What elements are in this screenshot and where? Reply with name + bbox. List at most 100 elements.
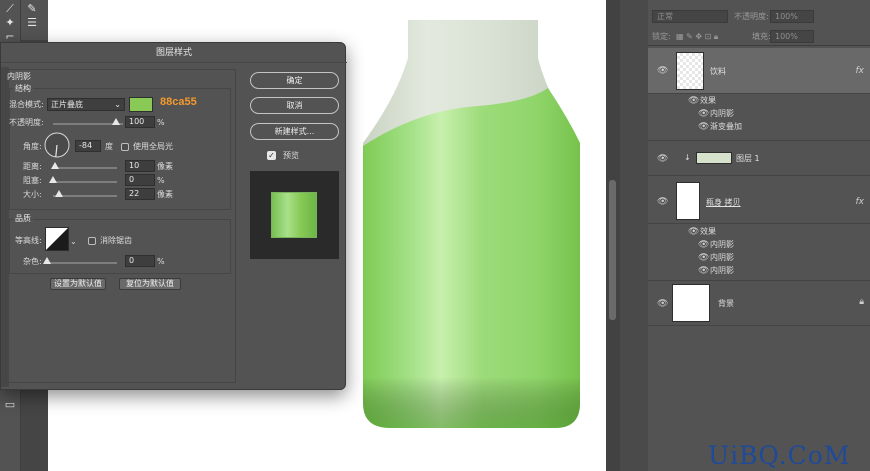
opacity-slider-knob[interactable]	[112, 118, 120, 125]
fill-field[interactable]: 100%	[770, 30, 814, 43]
bottle-bottom-shade	[363, 88, 580, 428]
contour-label: 等高线:	[15, 236, 42, 245]
visibility-eye-icon[interactable]: 👁︎	[657, 300, 669, 309]
visibility-eye-icon[interactable]: 👁︎	[698, 110, 710, 119]
layer-thumbnail	[672, 284, 710, 322]
angle-dial[interactable]	[43, 131, 71, 159]
brush-tool-icon[interactable]: ✎	[24, 2, 40, 16]
angle-label: 角度:	[23, 142, 42, 151]
contour-picker[interactable]	[45, 227, 69, 251]
noise-slider-knob[interactable]	[43, 257, 51, 264]
distance-slider[interactable]	[53, 167, 117, 169]
layer-blend-mode-select[interactable]: 正常	[652, 10, 728, 23]
size-unit: 像素	[157, 190, 173, 199]
size-slider-knob[interactable]	[55, 190, 63, 197]
size-input[interactable]: 22	[125, 188, 155, 200]
visibility-eye-icon[interactable]: 👁︎	[657, 155, 669, 164]
green-drink-bottle	[363, 20, 580, 428]
effects-label: 效果	[700, 96, 716, 105]
opacity-label: 不透明度:	[9, 118, 44, 127]
layer-effects-bottle-copy: 👁︎ 效果 👁︎ 内阴影 👁︎ 内阴影 👁︎ 内阴影	[648, 225, 870, 279]
effect-item[interactable]: 内阴影	[710, 109, 734, 119]
screen-mode-icon[interactable]: ▭	[2, 398, 18, 412]
layer-name[interactable]: 饮料	[710, 67, 726, 77]
visibility-eye-icon[interactable]: 👁︎	[698, 267, 710, 276]
panel-dock-strip	[620, 0, 648, 471]
noise-label: 杂色:	[23, 257, 42, 266]
choke-slider-knob[interactable]	[49, 176, 57, 183]
sliders-icon[interactable]: ☰	[24, 16, 40, 30]
blend-mode-select[interactable]: 正片叠底 ⌄	[47, 98, 125, 111]
choke-label: 阻塞:	[23, 176, 42, 185]
lock-icon: 🔒︎	[859, 297, 864, 307]
lock-icons[interactable]: ▦ ✎ ✥ ⊡ 🔒︎	[676, 30, 718, 43]
blend-mode-value: 正片叠底	[51, 100, 83, 109]
reset-default-button[interactable]: 复位为默认值	[119, 278, 181, 290]
opacity-unit: %	[157, 118, 165, 127]
visibility-eye-icon[interactable]: 👁︎	[698, 254, 710, 263]
effect-item[interactable]: 内阴影	[710, 253, 734, 263]
layer-style-dialog: 图层样式 内阴影 结构 混合模式: 正片叠底 ⌄ 88ca55 不透明度: 10…	[0, 42, 347, 390]
new-style-button[interactable]: 新建样式...	[250, 123, 339, 140]
effect-item[interactable]: 内阴影	[710, 266, 734, 276]
right-panel: 正常 不透明度: 100% 锁定: ▦ ✎ ✥ ⊡ 🔒︎ 填充: 100% 👁︎…	[606, 0, 870, 471]
layer-row-background[interactable]: 👁︎ 背景 🔒︎	[648, 280, 870, 326]
distance-label: 距离:	[23, 162, 42, 171]
clip-arrow-icon: ↓	[684, 153, 691, 162]
angle-input[interactable]: -84	[75, 140, 101, 152]
opacity-input[interactable]: 100	[125, 116, 155, 128]
visibility-eye-icon[interactable]: 👁︎	[698, 123, 710, 132]
fill-label: 填充:	[752, 32, 771, 41]
antialias-checkbox[interactable]	[88, 237, 96, 245]
blend-mode-label: 混合模式:	[9, 100, 44, 109]
angle-unit: 度	[105, 142, 113, 151]
effect-item[interactable]: 内阴影	[710, 240, 734, 250]
layer-name[interactable]: 图层 1	[736, 154, 760, 164]
cancel-button[interactable]: 取消	[250, 97, 339, 114]
layer-thumbnail	[676, 52, 704, 90]
layers-lock-row: 锁定: ▦ ✎ ✥ ⊡ 🔒︎ 填充: 100%	[648, 26, 870, 46]
preview-checkbox[interactable]: ✓	[267, 151, 276, 160]
layer-row-drink[interactable]: 👁︎ 饮料 fx	[648, 48, 870, 94]
site-watermark: UiBQ.CoM	[708, 441, 851, 470]
antialias-label: 消除锯齿	[100, 236, 132, 245]
preview-swatch	[271, 192, 317, 238]
choke-input[interactable]: 0	[125, 174, 155, 186]
quality-title: 品质	[13, 213, 33, 224]
global-light-checkbox[interactable]	[121, 143, 129, 151]
canvas-vertical-scrollbar[interactable]	[606, 0, 620, 471]
choke-slider[interactable]	[53, 181, 117, 183]
lasso-tool-icon[interactable]: ⟋	[2, 2, 18, 16]
shadow-color-swatch[interactable]	[129, 97, 153, 112]
layer-fx-icon[interactable]: fx	[856, 197, 865, 207]
noise-input[interactable]: 0	[125, 255, 155, 267]
set-default-button[interactable]: 设置为默认值	[50, 278, 106, 290]
visibility-eye-icon[interactable]: 👁︎	[688, 228, 700, 237]
dialog-title: 图层样式	[1, 43, 347, 63]
distance-input[interactable]: 10	[125, 160, 155, 172]
magic-wand-icon[interactable]: ✦	[2, 16, 18, 30]
layer-thumbnail	[696, 152, 732, 164]
effect-item[interactable]: 渐变叠加	[710, 122, 742, 132]
scrollbar-thumb[interactable]	[609, 180, 616, 320]
visibility-eye-icon[interactable]: 👁︎	[657, 198, 669, 207]
lock-label: 锁定:	[652, 32, 671, 41]
chevron-down-icon[interactable]: ⌄	[70, 236, 77, 247]
style-preview	[250, 171, 339, 259]
layer-row-layer1[interactable]: 👁︎ ↓ 图层 1	[648, 140, 870, 176]
layer-opacity-label: 不透明度:	[734, 12, 769, 21]
visibility-eye-icon[interactable]: 👁︎	[657, 67, 669, 76]
visibility-eye-icon[interactable]: 👁︎	[698, 241, 710, 250]
quality-group	[9, 219, 231, 274]
noise-slider[interactable]	[47, 262, 117, 264]
noise-unit: %	[157, 257, 165, 266]
layer-name[interactable]: 瓶身 拷贝	[706, 198, 741, 208]
layer-name[interactable]: 背景	[718, 299, 734, 309]
layer-opacity-field[interactable]: 100%	[770, 10, 814, 23]
layer-fx-icon[interactable]: fx	[856, 66, 865, 76]
ok-button[interactable]: 确定	[250, 72, 339, 89]
distance-slider-knob[interactable]	[51, 162, 59, 169]
visibility-eye-icon[interactable]: 👁︎	[688, 97, 700, 106]
layer-row-bottle-copy[interactable]: 👁︎ 瓶身 拷贝 fx	[648, 178, 870, 224]
layer-thumbnail	[676, 182, 700, 220]
